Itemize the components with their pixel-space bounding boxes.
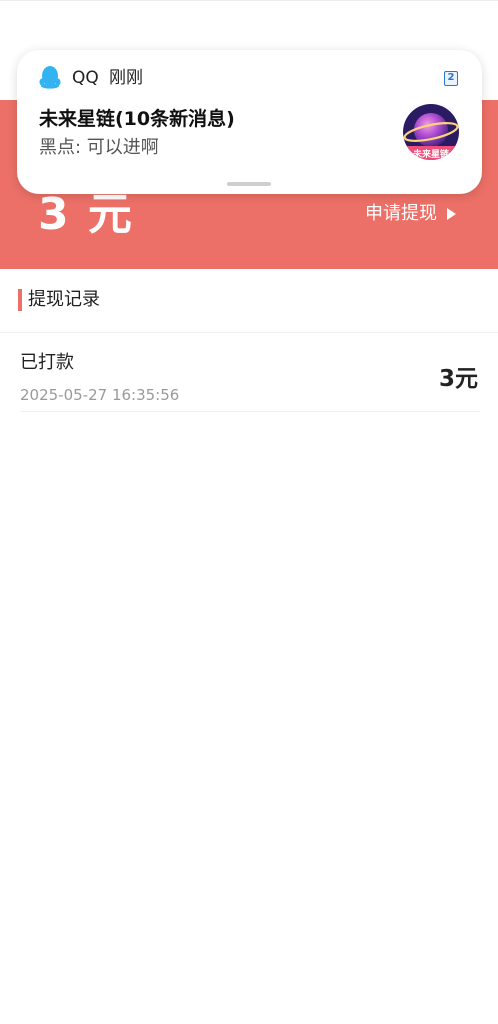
notification-count-badge: 2 [444, 71, 458, 86]
records-title: 提现记录 [28, 289, 100, 310]
record-status: 已打款 [20, 352, 74, 373]
record-row[interactable]: 已打款 2025-05-27 16:35:56 3元 [20, 336, 480, 412]
play-arrow-icon [447, 208, 456, 220]
notification-drag-handle[interactable] [227, 182, 271, 186]
notification-body: 黑点: 可以进啊 [39, 137, 159, 158]
record-time: 2025-05-27 16:35:56 [20, 386, 180, 404]
record-amount: 3元 [438, 366, 478, 392]
avatar-text: 未来星链 [412, 148, 450, 160]
apply-withdraw-label: 申请提现 [365, 203, 437, 224]
qq-penguin-icon [39, 66, 61, 89]
notification-app-name: QQ [72, 68, 99, 88]
notification-time: 刚刚 [109, 68, 143, 88]
records-section-header: 提现记录 [0, 269, 498, 333]
apply-withdraw-button[interactable]: 申请提现 [365, 202, 456, 226]
balance-amount: 3 元 [38, 189, 134, 240]
notification-banner[interactable]: QQ 刚刚 2 未来星链(10条新消息) 黑点: 可以进啊 未来星链 [17, 50, 482, 194]
notification-title: 未来星链(10条新消息) [39, 108, 235, 130]
group-avatar: 未来星链 [403, 104, 459, 160]
section-accent-bar [18, 289, 22, 311]
withdraw-page: 3 元 申请提现 QQ 刚刚 2 未来星链(10条新消息) 黑点: 可以进啊 未… [0, 0, 498, 1024]
